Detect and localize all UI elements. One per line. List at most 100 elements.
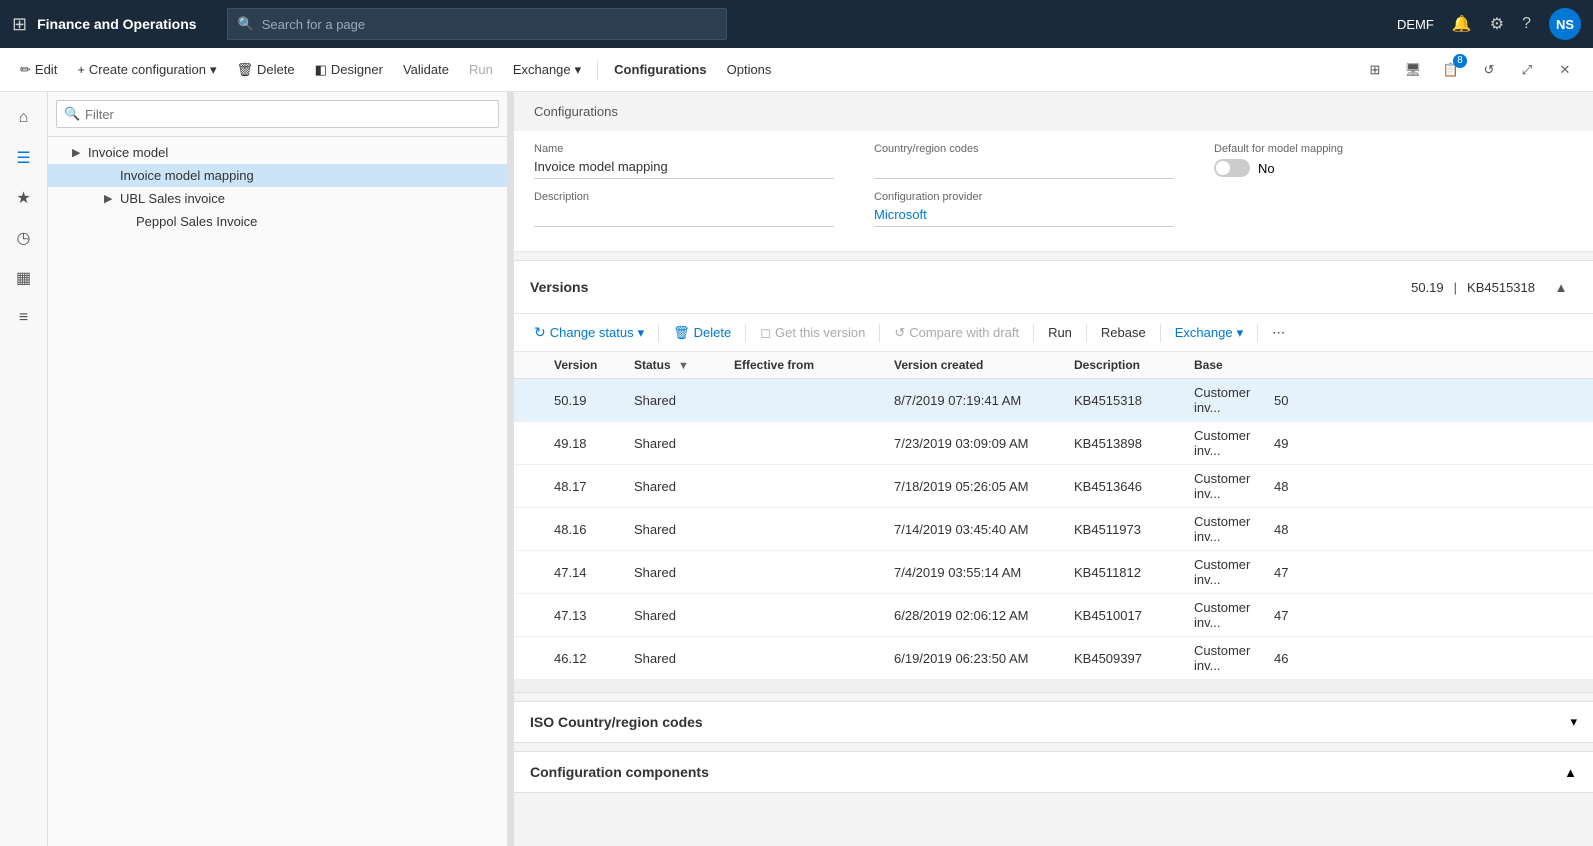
compare-draft-button[interactable]: ↺ Compare with draft — [886, 321, 1027, 345]
table-row[interactable]: 48.16 Shared 7/14/2019 03:45:40 AM KB451… — [514, 508, 1593, 551]
cell-status: Shared — [624, 594, 724, 637]
sidebar-filter-icon[interactable]: ☰ — [6, 140, 42, 176]
designer-button[interactable]: ◧ Designer — [307, 54, 391, 86]
help-icon[interactable]: ? — [1522, 15, 1531, 33]
expand-icon[interactable]: ⤢ — [1511, 54, 1543, 86]
table-row[interactable]: 47.14 Shared 7/4/2019 03:55:14 AM KB4511… — [514, 551, 1593, 594]
cmd-right: ⊞ 🖥 📋 8 ↺ ⤢ ✕ — [1359, 54, 1581, 86]
col-header-effective[interactable]: Effective from — [724, 352, 884, 379]
filter-wrap: 🔍 — [56, 100, 499, 128]
vtool-sep7 — [1257, 324, 1258, 342]
col-header-created[interactable]: Version created — [884, 352, 1064, 379]
notification-icon[interactable]: 🔔 — [1452, 14, 1472, 34]
cell-base[interactable]: Customer inv... — [1184, 508, 1264, 551]
table-row[interactable]: 49.18 Shared 7/23/2019 03:09:09 AM KB451… — [514, 422, 1593, 465]
table-row[interactable]: 47.13 Shared 6/28/2019 02:06:12 AM KB451… — [514, 594, 1593, 637]
tree-filter-input[interactable] — [56, 100, 499, 128]
versions-table-scroll[interactable]: Version Status ▼ Effective from Version … — [514, 352, 1593, 680]
col-header-status[interactable]: Status ▼ — [624, 352, 724, 379]
cell-base[interactable]: Customer inv... — [1184, 465, 1264, 508]
cell-version: 50.19 — [544, 379, 624, 422]
options-button[interactable]: Options — [719, 54, 780, 86]
search-icon: 🔍 — [238, 16, 254, 32]
get-version-button[interactable]: ◻ Get this version — [752, 321, 873, 345]
tree-panel: 🔍 ▶ Invoice model Invoice model mapping … — [48, 92, 508, 846]
cell-description: KB4515318 — [1064, 379, 1184, 422]
table-row[interactable]: 46.12 Shared 6/19/2019 06:23:50 AM KB450… — [514, 637, 1593, 680]
cell-base[interactable]: Customer inv... — [1184, 422, 1264, 465]
rebase-button[interactable]: Rebase — [1093, 321, 1154, 344]
create-configuration-button[interactable]: + Create configuration ▾ — [69, 54, 224, 86]
tree-label-invoice-model-mapping: Invoice model mapping — [120, 168, 499, 183]
description-field-group: Description — [534, 191, 834, 227]
vtool-sep2 — [745, 324, 746, 342]
validate-button[interactable]: Validate — [395, 54, 457, 86]
delete-button[interactable]: 🗑 Delete — [229, 54, 303, 86]
versions-run-button[interactable]: Run — [1040, 321, 1080, 344]
content-area: Configurations Name Invoice model mappin… — [514, 92, 1593, 846]
cell-base[interactable]: Customer inv... — [1184, 594, 1264, 637]
more-button[interactable]: ⋯ — [1264, 321, 1293, 345]
cell-created: 6/19/2019 06:23:50 AM — [884, 637, 1064, 680]
layout-icon[interactable]: ⊞ — [1359, 54, 1391, 86]
col-header-r — [514, 352, 544, 379]
cell-r — [514, 551, 544, 594]
cell-base[interactable]: Customer inv... — [1184, 551, 1264, 594]
configurations-button[interactable]: Configurations — [606, 54, 714, 86]
sidebar-clock-icon[interactable]: ◷ — [6, 220, 42, 256]
edit-button[interactable]: ✏ Edit — [12, 54, 65, 86]
monitor-icon[interactable]: 🖥 — [1397, 54, 1429, 86]
default-toggle[interactable] — [1214, 159, 1250, 177]
versions-exchange-button[interactable]: Exchange ▾ — [1167, 321, 1251, 345]
close-button[interactable]: ✕ — [1549, 54, 1581, 86]
vtool-sep3 — [879, 324, 880, 342]
sidebar-list-icon[interactable]: ≡ — [6, 300, 42, 336]
cell-description: KB4510017 — [1064, 594, 1184, 637]
cell-r — [514, 594, 544, 637]
cell-description: KB4509397 — [1064, 637, 1184, 680]
cell-base-num: 50 — [1264, 379, 1593, 422]
sidebar-home-icon[interactable]: ⌂ — [6, 100, 42, 136]
tree-item-invoice-model[interactable]: ▶ Invoice model — [48, 141, 507, 164]
run-button[interactable]: Run — [461, 54, 501, 86]
config-components-header[interactable]: Configuration components ▲ — [514, 752, 1593, 792]
default-label: Default for model mapping — [1214, 143, 1414, 155]
tree-content: ▶ Invoice model Invoice model mapping ▶ … — [48, 137, 507, 846]
cell-description: KB4513646 — [1064, 465, 1184, 508]
table-row[interactable]: 50.19 Shared 8/7/2019 07:19:41 AM KB4515… — [514, 379, 1593, 422]
cell-description: KB4511973 — [1064, 508, 1184, 551]
default-field-group: Default for model mapping No — [1214, 143, 1414, 177]
cell-r — [514, 422, 544, 465]
tree-item-peppol[interactable]: Peppol Sales Invoice — [48, 210, 507, 233]
cell-r — [514, 637, 544, 680]
grid-icon[interactable]: ⊞ — [12, 14, 27, 35]
cell-base[interactable]: Customer inv... — [1184, 379, 1264, 422]
cell-status: Shared — [624, 422, 724, 465]
cell-base[interactable]: Customer inv... — [1184, 637, 1264, 680]
exchange-button[interactable]: Exchange ▾ — [505, 54, 589, 86]
avatar[interactable]: NS — [1549, 8, 1581, 40]
col-header-base[interactable]: Base — [1184, 352, 1264, 379]
versions-delete-button[interactable]: 🗑 Delete — [665, 321, 739, 345]
table-row[interactable]: 48.17 Shared 7/18/2019 05:26:05 AM KB451… — [514, 465, 1593, 508]
settings-icon[interactable]: ⚙ — [1490, 14, 1504, 34]
designer-icon: ◧ — [315, 62, 327, 78]
tree-item-ubl-sales-invoice[interactable]: ▶ UBL Sales invoice — [48, 187, 507, 210]
versions-delete-icon: 🗑 — [673, 325, 690, 341]
versions-header-right: 50.19 | KB4515318 ▲ — [1411, 271, 1577, 303]
notification-badge-icon[interactable]: 📋 8 — [1435, 54, 1467, 86]
versions-collapse-button[interactable]: ▲ — [1545, 271, 1577, 303]
global-search[interactable]: 🔍 Search for a page — [227, 8, 727, 40]
sidebar-calendar-icon[interactable]: ▦ — [6, 260, 42, 296]
tree-item-invoice-model-mapping[interactable]: Invoice model mapping — [48, 164, 507, 187]
col-header-desc[interactable]: Description — [1064, 352, 1184, 379]
iso-header[interactable]: ISO Country/region codes ▾ — [514, 702, 1593, 742]
change-status-button[interactable]: ↻ Change status ▾ — [526, 320, 652, 345]
h-scrollbar[interactable] — [514, 680, 1593, 692]
refresh-icon[interactable]: ↺ — [1473, 54, 1505, 86]
sidebar-star-icon[interactable]: ★ — [6, 180, 42, 216]
cell-base-num: 47 — [1264, 594, 1593, 637]
compare-icon: ↺ — [894, 325, 905, 341]
provider-value[interactable]: Microsoft — [874, 207, 1174, 227]
col-header-version[interactable]: Version — [544, 352, 624, 379]
